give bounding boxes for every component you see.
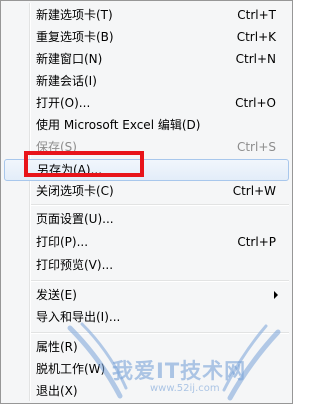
menu-item-import-export[interactable]: 导入和导出(I)...: [3, 306, 290, 328]
menu-item-new-tab[interactable]: 新建选项卡(T) Ctrl+T: [3, 4, 290, 26]
menu-item-open[interactable]: 打开(O)... Ctrl+O: [3, 92, 290, 114]
menu-item-shortcut: Ctrl+S: [236, 140, 276, 154]
menu-separator: [31, 332, 289, 334]
menu-separator: [31, 204, 289, 206]
menu-item-shortcut: Ctrl+K: [236, 30, 276, 44]
menu-item-label: 打印(P)...: [36, 235, 89, 249]
menu-item-label: 新建窗口(N): [36, 52, 103, 66]
menu-item-label: 属性(R): [36, 340, 78, 354]
menu-item-shortcut: Ctrl+P: [237, 235, 276, 249]
menu-item-print-preview[interactable]: 打印预览(V)...: [3, 254, 290, 276]
menu-item-label: 退出(X): [36, 384, 78, 398]
menu-item-label: 打印预览(V)...: [36, 258, 114, 272]
menu-item-label: 导入和导出(I)...: [36, 310, 121, 324]
menu-item-close-tab[interactable]: 关闭选项卡(C) Ctrl+W: [3, 180, 290, 202]
file-menu: 新建选项卡(T) Ctrl+T 重复选项卡(B) Ctrl+K 新建窗口(N) …: [0, 0, 293, 404]
menu-item-page-setup[interactable]: 页面设置(U)...: [3, 208, 290, 230]
menu-item-shortcut: Ctrl+N: [235, 52, 276, 66]
menu-item-label: 使用 Microsoft Excel 编辑(D): [36, 118, 201, 132]
menu-item-label: 重复选项卡(B): [36, 30, 114, 44]
menu-item-new-session[interactable]: 新建会话(I): [3, 70, 290, 92]
watermark-url: www.52ij.com: [150, 383, 220, 394]
menu-item-shortcut: Ctrl+O: [235, 96, 276, 110]
menu-item-label: 新建会话(I): [36, 74, 97, 88]
menu-item-shortcut: Ctrl+T: [237, 8, 276, 22]
menu-item-label: 脱机工作(W): [36, 362, 106, 376]
menu-item-edit-with-excel[interactable]: 使用 Microsoft Excel 编辑(D): [3, 114, 290, 136]
menu-item-shortcut: Ctrl+W: [232, 184, 276, 198]
submenu-arrow-icon: [274, 291, 278, 299]
menu-item-label: 打开(O)...: [36, 96, 91, 110]
menu-item-label: 页面设置(U)...: [36, 212, 114, 226]
menu-item-print[interactable]: 打印(P)... Ctrl+P: [3, 231, 290, 253]
menu-item-label: 新建选项卡(T): [36, 8, 113, 22]
menu-item-label: 发送(E): [36, 288, 77, 302]
menu-item-send[interactable]: 发送(E): [3, 284, 290, 306]
menu-item-duplicate-tab[interactable]: 重复选项卡(B) Ctrl+K: [3, 26, 290, 48]
watermark-text: 我爱IT技术网: [112, 359, 247, 383]
menu-item-label: 关闭选项卡(C): [36, 184, 114, 198]
menu-item-new-window[interactable]: 新建窗口(N) Ctrl+N: [3, 48, 290, 70]
highlight-annotation-box: [24, 151, 144, 177]
menu-separator: [31, 280, 289, 282]
